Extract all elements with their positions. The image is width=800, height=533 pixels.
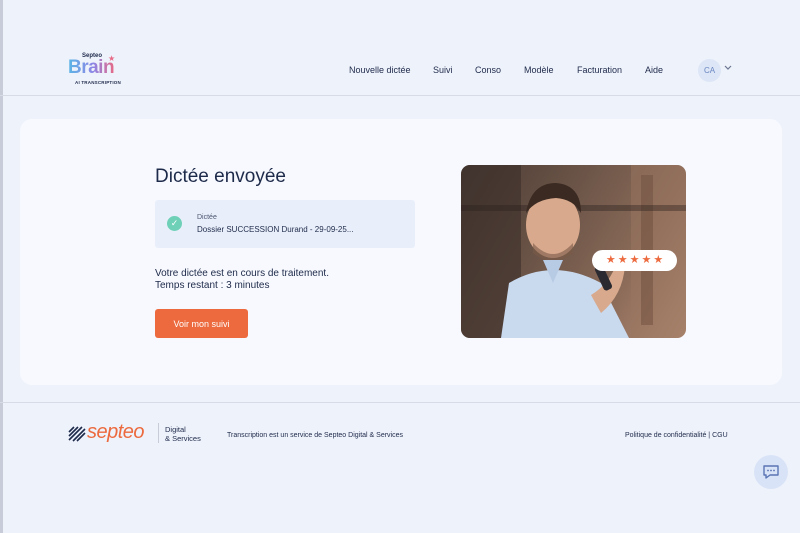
nav-conso[interactable]: Conso	[475, 65, 501, 75]
rating-badge: ★ ★ ★ ★ ★	[592, 250, 677, 271]
dictation-name: Dossier SUCCESSION Durand - 29-09-25...	[197, 225, 354, 234]
footer-link-separator: |	[708, 432, 711, 439]
chat-bubble-icon	[763, 465, 779, 479]
nav-aide[interactable]: Aide	[645, 65, 663, 75]
chat-button[interactable]	[754, 455, 788, 489]
star-icon: ★	[605, 254, 616, 266]
star-icon: ★	[617, 254, 628, 266]
footer-logo-divider	[158, 423, 159, 443]
star-icon: ★	[653, 254, 664, 266]
privacy-policy-link[interactable]: Politique de confidentialité	[625, 432, 706, 439]
cgu-link[interactable]: CGU	[712, 432, 728, 439]
page-title: Dictée envoyée	[155, 166, 286, 187]
footer-links: Politique de confidentialité | CGU	[625, 432, 728, 439]
nav-nouvelle-dictee[interactable]: Nouvelle dictée	[349, 65, 411, 75]
chevron-down-icon[interactable]	[724, 64, 732, 73]
check-circle-icon: ✓	[167, 216, 182, 231]
dictation-summary	[155, 200, 415, 248]
star-icon: ★	[629, 254, 640, 266]
voir-mon-suivi-button[interactable]: Voir mon suivi	[155, 309, 248, 338]
star-icon: ★	[641, 254, 652, 266]
logo-star-icon: ★	[108, 54, 116, 63]
septeo-brain-logo[interactable]: Septeo Brain ★ AI TRANSCRIPTION	[68, 53, 124, 87]
nav-modele[interactable]: Modèle	[524, 65, 554, 75]
footer-description: Transcription est un service de Septeo D…	[227, 432, 403, 439]
dictation-label: Dictée	[197, 214, 217, 221]
footer-logo-sub2: & Services	[165, 434, 201, 443]
status-text: Votre dictée est en cours de traitement.	[155, 268, 329, 279]
nav-facturation[interactable]: Facturation	[577, 65, 622, 75]
user-avatar[interactable]: CA	[698, 59, 721, 82]
logo-sub-text: AI TRANSCRIPTION	[75, 80, 121, 85]
footer-logo-text: septeo	[87, 421, 145, 443]
nav-suivi[interactable]: Suivi	[433, 65, 453, 75]
footer-logo-sub1: Digital	[165, 425, 186, 434]
remaining-time-text: Temps restant : 3 minutes	[155, 280, 270, 291]
septeo-mark-icon	[68, 426, 86, 442]
